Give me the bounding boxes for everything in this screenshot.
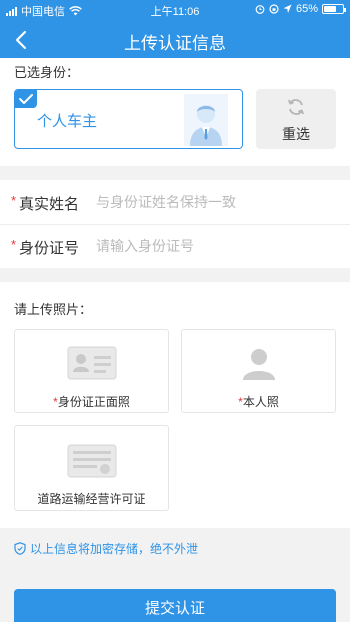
real-name-input[interactable]	[96, 189, 336, 215]
person-icon	[242, 349, 275, 380]
selected-check-badge	[15, 90, 37, 108]
portrait-caption: *本人照	[182, 393, 335, 410]
real-name-row: * 真实姓名	[0, 180, 350, 224]
privacy-notice: 以上信息将加密存储，绝不外泄	[14, 540, 198, 557]
id-front-label: 身份证正面照	[57, 395, 130, 409]
battery-icon	[322, 4, 346, 14]
photo-section-label: 请上传照片：	[14, 302, 93, 317]
nav-bar: 上传认证信息	[0, 20, 350, 58]
battery-percent: 65%	[295, 3, 318, 15]
reselect-label: 重选	[282, 126, 310, 142]
alarm-icon	[255, 5, 265, 14]
reselect-button[interactable]: 重选	[256, 89, 336, 149]
id-number-input[interactable]	[96, 233, 336, 259]
real-name-label: 真实姓名	[19, 196, 80, 213]
location-icon	[283, 4, 292, 13]
permit-label: 道路运输经营许可证	[37, 492, 146, 506]
submit-button[interactable]: 提交认证	[14, 589, 336, 622]
status-bar: 中国电信 上午11:06 65%	[0, 0, 350, 20]
certificate-icon	[67, 444, 116, 478]
identity-name: 个人车主	[37, 113, 98, 130]
required-mark: *	[11, 237, 17, 252]
id-front-caption: *身份证正面照	[15, 393, 168, 410]
page-title: 上传认证信息	[124, 34, 226, 53]
identity-section-label: 已选身份：	[14, 65, 80, 80]
upload-road-transport-permit[interactable]: 道路运输经营许可证	[14, 425, 169, 511]
shield-icon	[14, 542, 26, 555]
id-card-icon	[67, 346, 116, 380]
required-mark: *	[11, 193, 17, 208]
check-icon	[19, 94, 33, 104]
upload-portrait[interactable]: *本人照	[181, 329, 336, 413]
upload-id-front[interactable]: *身份证正面照	[14, 329, 169, 413]
privacy-notice-text: 以上信息将加密存储，绝不外泄	[30, 542, 199, 556]
id-number-row: * 身份证号	[0, 224, 350, 268]
id-number-label: 身份证号	[19, 240, 80, 257]
portrait-label: 本人照	[242, 395, 279, 409]
status-right: 65%	[255, 3, 346, 15]
driver-avatar-icon	[184, 94, 228, 146]
refresh-icon	[287, 99, 305, 115]
lock-rotation-icon	[269, 4, 279, 14]
identity-card-individual-owner[interactable]: 个人车主	[14, 89, 243, 149]
